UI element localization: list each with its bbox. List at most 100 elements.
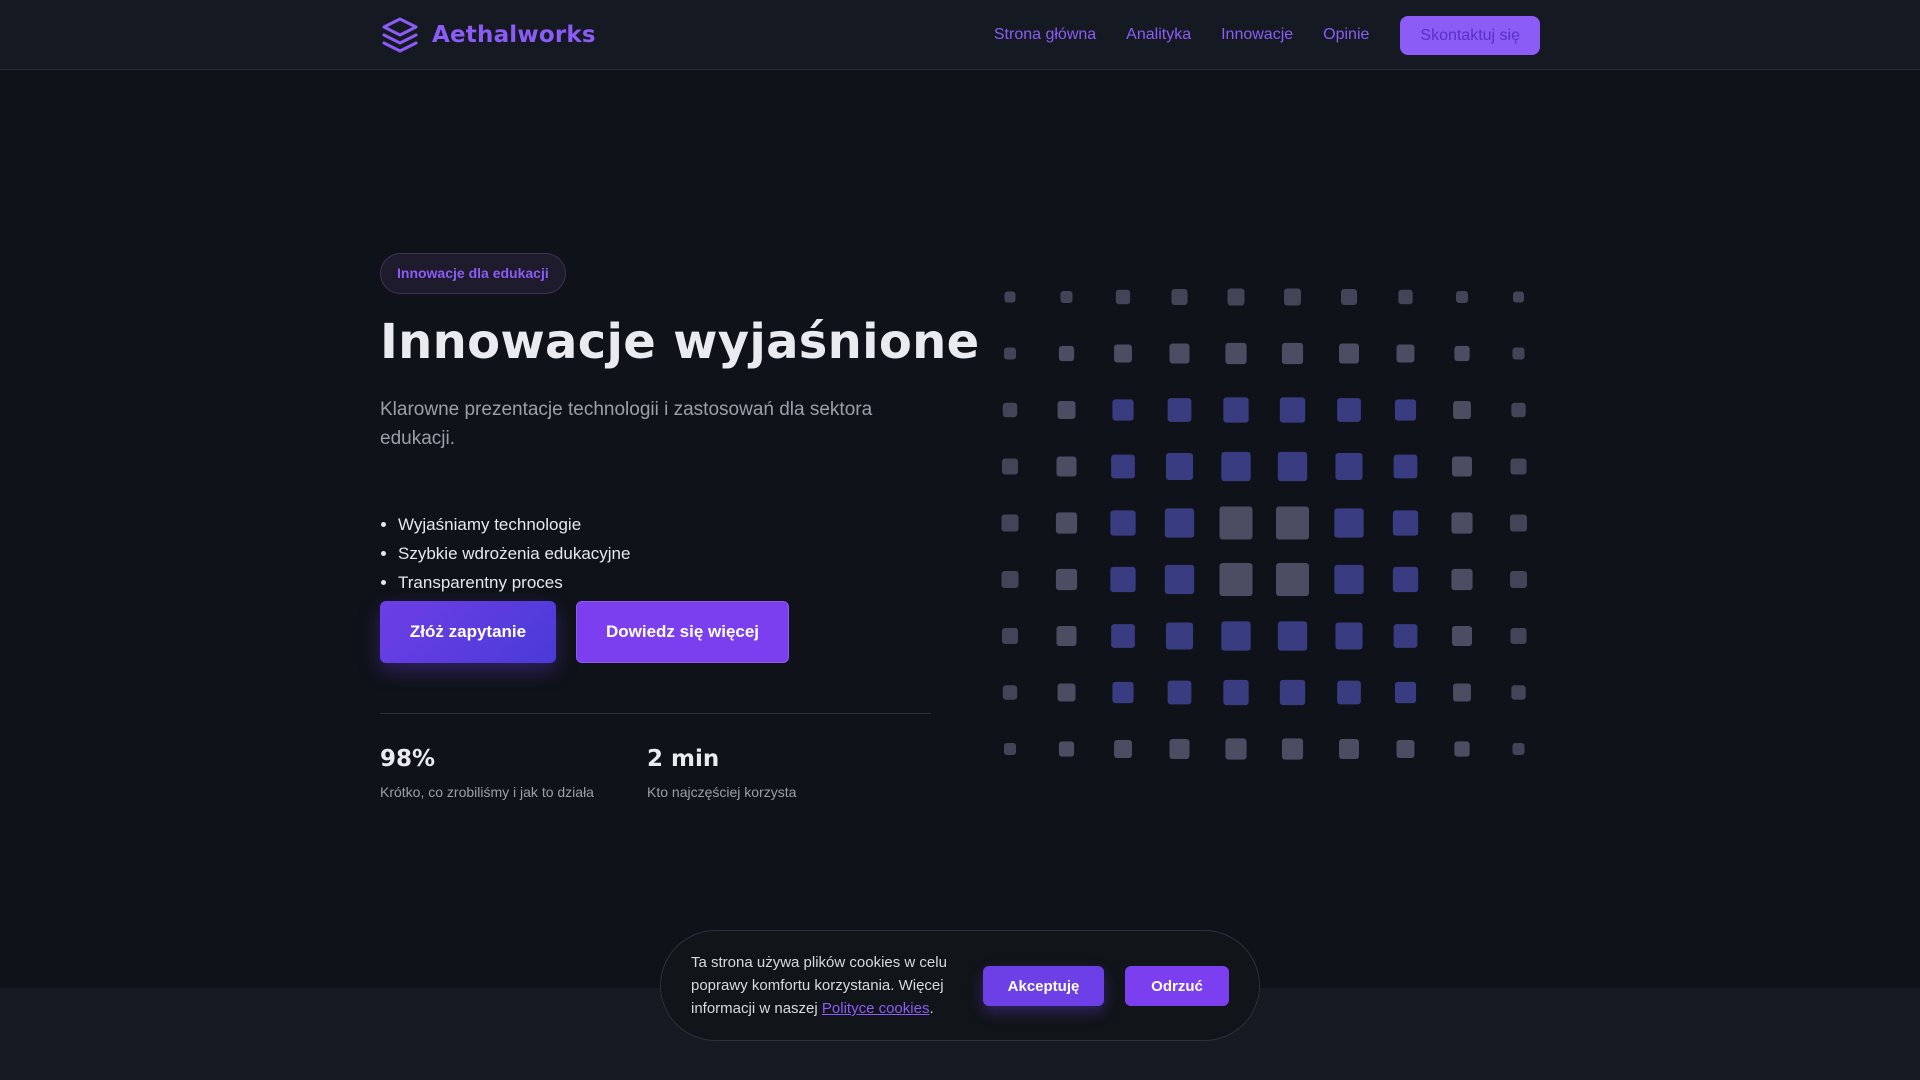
cookie-banner: Ta strona używa plików cookies w celu po… (660, 930, 1260, 1041)
decorative-tile (1112, 681, 1134, 704)
decorative-tile (1451, 512, 1473, 534)
decorative-tile (1510, 571, 1527, 588)
decorative-tile (1512, 742, 1525, 756)
decorative-tile (1510, 514, 1527, 532)
decorative-tile (1277, 621, 1308, 651)
decorative-tile (1511, 402, 1526, 418)
decorative-tile (1510, 627, 1527, 645)
decorative-tile (1396, 344, 1415, 363)
contact-button[interactable]: Skontaktuj się (1400, 15, 1540, 55)
feature-list: Wyjaśniamy technologie Szybkie wdrożenia… (398, 510, 630, 597)
decorative-tile (1279, 679, 1306, 706)
decorative-tile (1058, 345, 1075, 362)
stats-divider (380, 713, 931, 714)
decorative-tile (1003, 742, 1017, 756)
decorative-tile (1003, 347, 1017, 360)
hero-badge: Innowacje dla edukacji (380, 253, 566, 294)
decorative-tile (1512, 347, 1525, 360)
decorative-tile (1510, 458, 1527, 475)
decorative-tile (1513, 291, 1524, 303)
cookie-text-end: . (929, 1000, 934, 1017)
decorative-tile (1111, 624, 1135, 648)
decorative-tile (1169, 738, 1190, 760)
decorative-tile (1219, 562, 1253, 597)
decorative-tile (1225, 738, 1247, 760)
decorative-tile (1337, 398, 1361, 422)
decorative-tile (1279, 397, 1306, 423)
decorative-tile (1167, 680, 1192, 705)
decorative-tile (1112, 399, 1134, 421)
decorative-tile (1455, 290, 1469, 304)
decorative-tile (1114, 344, 1132, 363)
main-nav: Strona główna Analityka Innowacje Opinie… (994, 0, 1540, 70)
nav-link-analytics[interactable]: Analityka (1126, 26, 1191, 44)
decorative-tile (1451, 568, 1473, 591)
cookie-policy-link[interactable]: Polityce cookies (822, 1000, 930, 1017)
decorative-tile (1057, 683, 1076, 702)
decorative-tile (1115, 289, 1131, 305)
decorative-tile (1110, 566, 1136, 593)
site-header: Aethalworks Strona główna Analityka Inno… (0, 0, 1920, 70)
decorative-tile (1110, 510, 1136, 536)
decorative-tile (1394, 681, 1417, 704)
decorative-tile (1165, 452, 1194, 481)
brand-name: Aethalworks (432, 22, 596, 48)
layers-icon (382, 17, 418, 53)
decorative-tile (1338, 343, 1360, 364)
feature-item: Transparentny proces (398, 568, 630, 597)
decorative-tile (1281, 738, 1304, 760)
decorative-tile (1057, 401, 1076, 419)
decorative-tile (1340, 288, 1358, 306)
decorative-tile (1223, 397, 1249, 423)
decorative-tile (1001, 458, 1019, 475)
decorative-tile (1056, 456, 1077, 477)
decorative-tile (1114, 740, 1132, 758)
decorative-tile (1392, 566, 1419, 593)
decorative-tile (1227, 288, 1245, 306)
stat-value: 98% (380, 746, 436, 772)
nav-link-innovations[interactable]: Innowacje (1221, 26, 1293, 44)
cookie-message: Ta strona używa plików cookies w celu po… (691, 951, 981, 1020)
brand-logo[interactable]: Aethalworks (380, 14, 596, 56)
decorative-tile (1394, 399, 1417, 421)
decorative-tile (1055, 512, 1078, 534)
decorative-tile (1334, 564, 1364, 595)
nav-link-reviews[interactable]: Opinie (1323, 26, 1369, 44)
decorative-tile (1165, 622, 1194, 650)
decorative-tile (1335, 452, 1363, 481)
stat-label: Kto najczęściej korzysta (647, 784, 797, 800)
decorative-tile (1223, 679, 1249, 706)
decorative-tile (1334, 508, 1364, 538)
decorative-tile (1337, 680, 1361, 705)
stat-label: Krótko, co zrobiliśmy i jak to działa (380, 784, 594, 800)
decorative-tile (1001, 571, 1019, 588)
hero-title: Innowacje wyjaśnione (380, 314, 980, 370)
decorative-tile (1275, 562, 1310, 597)
decorative-tile (1277, 451, 1308, 482)
hero-subtitle: Klarowne prezentacje technologii i zasto… (380, 399, 873, 449)
decorative-tile (1393, 624, 1418, 648)
submit-inquiry-button[interactable]: Złóż zapytanie (380, 601, 556, 663)
decorative-tile (1392, 510, 1419, 536)
decorative-tile (1060, 290, 1073, 304)
decorative-tile (1451, 625, 1473, 647)
decorative-tile (1398, 289, 1413, 305)
decorative-tile (1055, 568, 1078, 591)
stat-value: 2 min (647, 746, 720, 772)
nav-link-home[interactable]: Strona główna (994, 26, 1096, 44)
decorative-tile (1284, 288, 1301, 306)
decorative-tile (1171, 288, 1188, 306)
learn-more-button[interactable]: Dowiedz się więcej (576, 601, 789, 663)
decorative-tile (1004, 291, 1016, 303)
decorative-tile (1111, 454, 1135, 479)
reject-cookies-button[interactable]: Odrzuć (1125, 966, 1229, 1006)
decorative-tile (1335, 622, 1363, 650)
decorative-tile (1001, 627, 1019, 645)
decorative-tile (1219, 506, 1253, 540)
decorative-tile (1281, 342, 1304, 365)
decorative-tile (1221, 621, 1251, 651)
decorative-tile (1002, 685, 1018, 700)
accept-cookies-button[interactable]: Akceptuję (983, 966, 1104, 1006)
decorative-tile (1453, 401, 1471, 419)
feature-item: Wyjaśniamy technologie (398, 510, 630, 539)
